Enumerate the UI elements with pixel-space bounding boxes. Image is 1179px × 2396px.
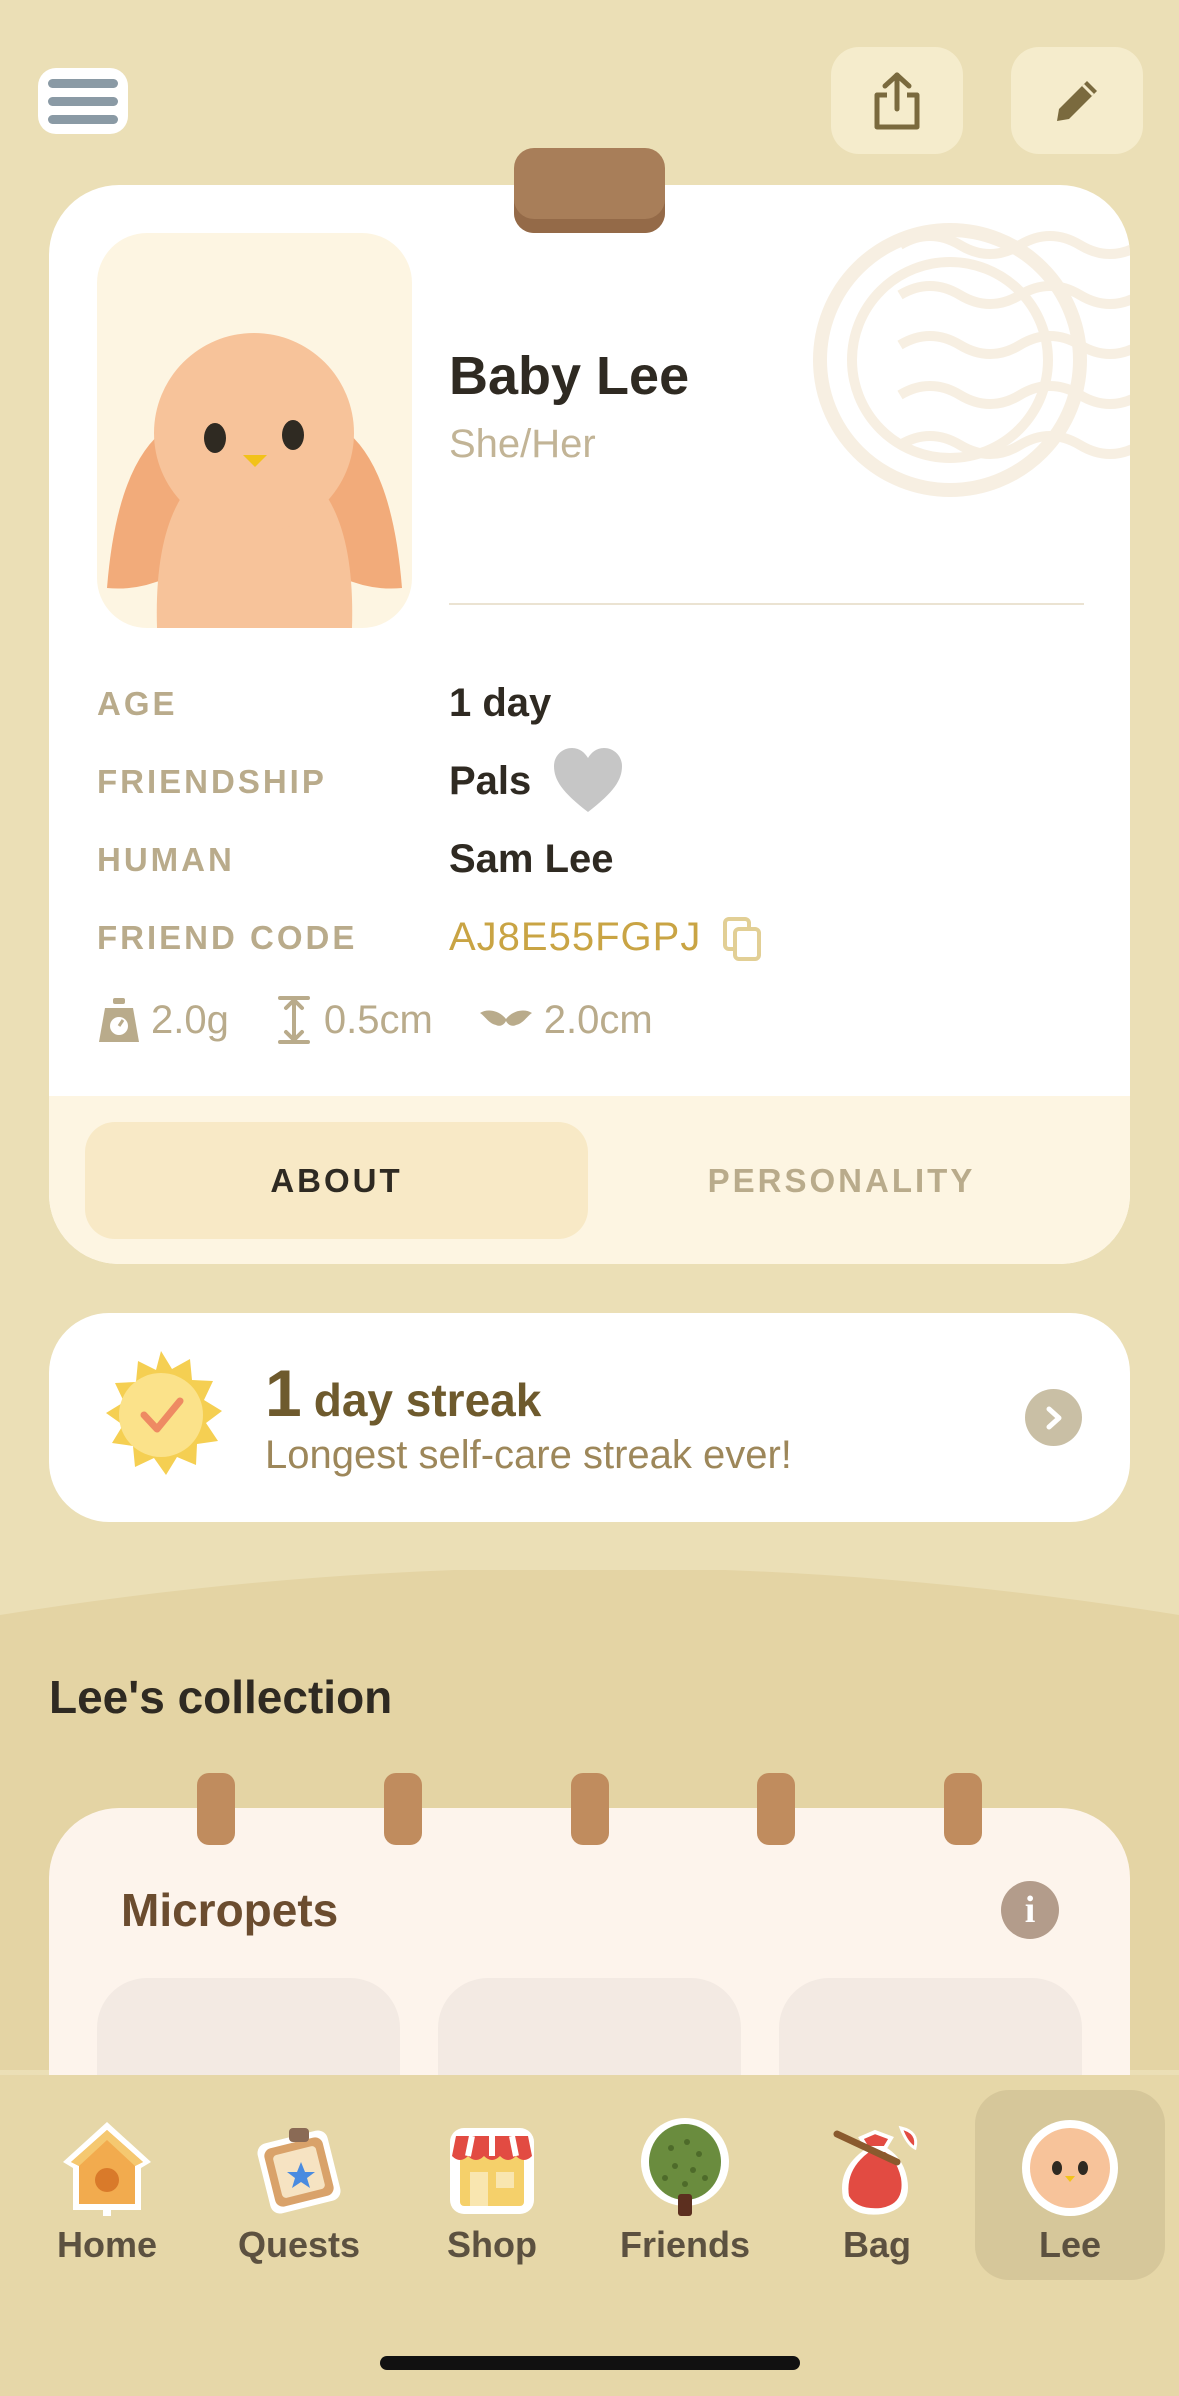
streak-count: 1 <box>265 1356 302 1430</box>
nav-quests[interactable]: Quests <box>204 2090 394 2280</box>
nav-label: Shop <box>447 2224 537 2265</box>
nav-label: Home <box>56 2224 158 2265</box>
card-clip <box>514 148 665 233</box>
weight-value: 2.0g <box>151 997 229 1042</box>
hamburger-line <box>48 96 118 106</box>
bottom-nav: Home Quests Shop Friends Bag Lee <box>0 2075 1179 2396</box>
birdhouse-icon <box>63 2122 151 2216</box>
streak-title: 1 day streak <box>265 1355 541 1431</box>
wingspan-value: 2.0cm <box>543 997 653 1042</box>
nav-label: Bag <box>842 2224 911 2265</box>
profile-card: Baby Lee She/Her AGE 1 day FRIENDSHIP Pa… <box>49 185 1130 1264</box>
binder-ring <box>944 1773 982 1845</box>
home-indicator <box>380 2356 800 2370</box>
bag-icon <box>833 2125 918 2215</box>
heart-icon <box>554 748 622 812</box>
streak-label: day streak <box>313 1374 542 1426</box>
collection-title: Lee's collection <box>49 1671 393 1723</box>
hamburger-line <box>48 114 118 124</box>
copy-icon[interactable] <box>723 917 761 961</box>
menu-button[interactable] <box>38 68 128 134</box>
human-label: HUMAN <box>97 841 235 878</box>
nav-bag[interactable]: Bag <box>782 2090 972 2280</box>
wings-icon <box>479 1010 532 1026</box>
nav-label: Quests <box>237 2224 361 2265</box>
streak-subtitle: Longest self-care streak ever! <box>265 1433 792 1477</box>
postmark-stamp-icon <box>813 223 1130 497</box>
age-label: AGE <box>97 685 178 722</box>
hamburger-line <box>48 78 118 88</box>
edit-button[interactable] <box>1011 47 1143 154</box>
pet-pronouns: She/Her <box>449 422 596 466</box>
age-value: 1 day <box>449 681 552 725</box>
binder-ring <box>384 1773 422 1845</box>
pet-name: Baby Lee <box>449 346 690 406</box>
wingspan-stat: 2.0cm <box>478 998 653 1043</box>
height-value: 0.5cm <box>323 997 433 1042</box>
height-stat: 0.5cm <box>274 995 433 1045</box>
info-icon: i <box>1024 1889 1036 1931</box>
micropets-title: Micropets <box>121 1884 339 1936</box>
shop-icon <box>450 2128 534 2214</box>
bird-pet-illustration <box>107 333 402 628</box>
friendship-label: FRIENDSHIP <box>97 763 327 800</box>
nav-shop[interactable]: Shop <box>397 2090 587 2280</box>
nav-home[interactable]: Home <box>12 2090 202 2280</box>
divider <box>449 603 1084 605</box>
nav-label: Friends <box>619 2224 751 2265</box>
quest-board-icon <box>257 2128 341 2214</box>
tree-icon <box>641 2118 729 2216</box>
sun-check-badge-icon <box>106 1351 222 1475</box>
share-icon <box>874 72 920 129</box>
size-stats: 2.0g 0.5cm 2.0cm <box>97 995 698 1045</box>
tab-personality[interactable]: PERSONALITY <box>590 1122 1093 1239</box>
friend-code-label: FRIEND CODE <box>97 919 358 956</box>
weight-stat: 2.0g <box>97 996 229 1044</box>
profile-tabs: ABOUT PERSONALITY <box>49 1096 1130 1264</box>
info-button[interactable]: i <box>1001 1881 1059 1939</box>
friendship-value: Pals <box>449 759 532 803</box>
human-value: Sam Lee <box>449 837 614 881</box>
scale-icon <box>99 998 139 1042</box>
height-icon <box>277 996 310 1044</box>
streak-details-button[interactable] <box>1025 1389 1082 1446</box>
share-button[interactable] <box>831 47 963 154</box>
nav-label: Lee <box>1038 2224 1102 2265</box>
pencil-icon <box>1057 80 1097 121</box>
binder-ring <box>571 1773 609 1845</box>
avatar[interactable] <box>97 233 412 628</box>
binder-ring <box>757 1773 795 1845</box>
nav-lee[interactable]: Lee <box>975 2090 1165 2280</box>
chevron-right-icon <box>1046 1406 1061 1429</box>
binder-ring <box>197 1773 235 1845</box>
friend-code-value[interactable]: AJ8E55FGPJ <box>449 915 701 960</box>
bird-face-icon <box>1022 2120 1118 2216</box>
streak-card[interactable]: 1 day streak Longest self-care streak ev… <box>49 1313 1130 1522</box>
tab-about[interactable]: ABOUT <box>85 1122 588 1239</box>
nav-friends[interactable]: Friends <box>590 2090 780 2280</box>
